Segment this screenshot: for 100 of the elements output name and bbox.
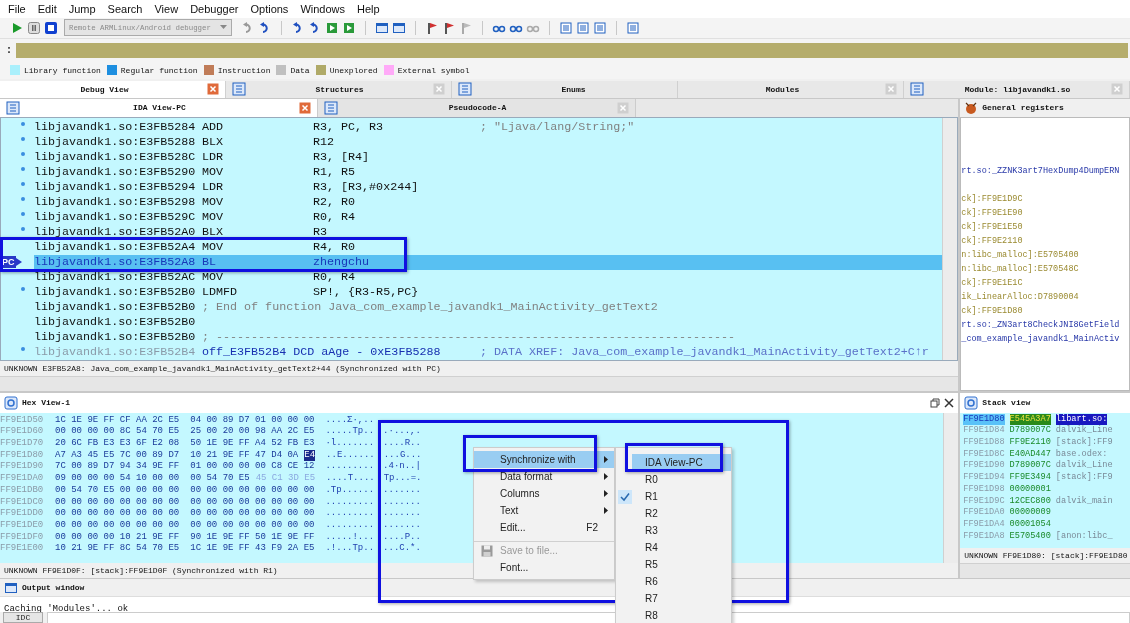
play-icon[interactable] [10, 20, 24, 35]
operands-text: SP!, {R3-R5,PC} [313, 284, 420, 300]
hex-ascii: ..E...... [326, 449, 375, 462]
scrollbar[interactable] [942, 117, 958, 360]
hex-ascii: ......... [325, 519, 375, 532]
stack-address: FF9E1D94 [963, 472, 1005, 484]
stack-address: FF9E1D88 [963, 437, 1005, 449]
submenu-arrow-icon [604, 456, 608, 463]
mnemonic-text: ADD [202, 119, 225, 135]
stop-icon[interactable] [44, 20, 58, 35]
shortcut-text: F2 [586, 522, 598, 533]
menu-item[interactable]: R7 [616, 590, 731, 607]
operands-text: zhengchu [313, 254, 371, 270]
menu-item[interactable]: R2 [616, 505, 731, 522]
operands-text: R12 [313, 134, 336, 150]
navigator-bar[interactable] [16, 42, 1128, 58]
caret-icon [220, 25, 227, 31]
address-text: libjavandk1.so:E3FB52A4 [34, 239, 197, 255]
play-box-icon[interactable] [325, 20, 339, 35]
mnemonic-text: MOV [202, 269, 225, 285]
window-icon[interactable] [375, 20, 389, 35]
hex-bytes: 7C 00 89 D7 94 34 9E FF [55, 461, 180, 474]
menu-item[interactable]: Text [474, 502, 614, 519]
hex-bytes: 00 00 00 00 8C 54 70 E5 [55, 426, 180, 439]
scrollbar[interactable] [943, 412, 959, 564]
flag-icon[interactable] [425, 20, 439, 35]
flag-icon[interactable] [442, 20, 456, 35]
stack-value: 12CEC800 [1009, 495, 1051, 508]
register-text: ck]:FF9E1E50 [961, 221, 1023, 232]
hex-bytes: 50 1E 9E FF A4 52 FB E3 [190, 438, 315, 450]
mnemonic-text: LDMFD [202, 284, 239, 300]
pause-icon[interactable] [27, 20, 41, 35]
register-text: ik_LinearAlloc:D7890004 [961, 291, 1079, 302]
menu-item[interactable]: R8 [616, 607, 731, 623]
mnemonic-text: BL [202, 254, 218, 270]
register-text: n:libc_malloc]:E570548C [961, 263, 1079, 274]
panel-title: Output window [22, 583, 85, 593]
menu-item[interactable]: R4 [616, 539, 731, 556]
tab[interactable]: Modules [678, 81, 904, 98]
menu-item[interactable]: Help [352, 2, 387, 15]
menu-item[interactable]: Jump [63, 2, 103, 15]
menu-item[interactable]: Windows [295, 2, 352, 15]
stack-value: D789007C [1009, 460, 1051, 473]
mnemonic-text: MOV [202, 239, 225, 255]
tab[interactable]: Module: libjavandk1.so [904, 81, 1130, 98]
stack-address: FF9E1D84 [963, 425, 1005, 438]
menu-item[interactable]: Columns [474, 485, 614, 502]
hex-ascii: ......... [325, 508, 375, 520]
address-text: libjavandk1.so:E3FB52A0 [34, 224, 197, 240]
menu-item[interactable]: Debugger [185, 2, 246, 15]
menu-item[interactable]: Synchronize with [474, 451, 614, 468]
hex-address: FF9E1D50 [0, 414, 45, 427]
menu-item[interactable]: R1 [616, 488, 731, 505]
window-icon[interactable] [392, 20, 406, 35]
submenu-arrow-icon [604, 490, 608, 497]
menu-item[interactable]: R0 [616, 471, 731, 488]
register-text: ck]:FF9E1D80 [961, 305, 1023, 316]
stack-comment: base.odex: [1055, 448, 1108, 460]
comment-text: ; End of function Java_com_example_javandk1_MainActivity_getText2 [202, 299, 658, 315]
hex-ascii: ....P.. [383, 531, 421, 543]
address-text: libjavandk1.so:E3FB52B0 [34, 329, 197, 345]
close-icon[interactable] [944, 397, 955, 408]
hex-ascii: ...C.*. [383, 543, 421, 555]
mnemonic-text: MOV [202, 194, 225, 210]
hex-ascii: ....T.... [326, 473, 375, 485]
command-input[interactable] [47, 612, 1130, 623]
restore-icon[interactable] [930, 397, 941, 408]
hex-address: FF9E1D80 [0, 449, 45, 462]
tab[interactable]: Enums [452, 81, 678, 98]
stack-value: D789007C [1009, 425, 1051, 438]
tab[interactable]: Structures [226, 81, 452, 98]
play-box-icon[interactable] [342, 20, 356, 35]
operands-text: R0, R4 [313, 269, 357, 285]
hex-bytes: 1C 1E 9E FF 43 F9 2A E5 [190, 543, 315, 555]
hex-bytes: 90 1E 9E FF 50 1E 9E FF [190, 531, 315, 544]
stack-comment: [anon:libc_ [1055, 530, 1113, 543]
hex-address: FF9E1DD0 [0, 508, 45, 520]
ring-icon [4, 395, 18, 410]
tab[interactable]: Debug View [0, 81, 226, 98]
menu-item[interactable]: Edit [32, 2, 64, 15]
menu-item[interactable]: Search [102, 2, 150, 15]
menu-item[interactable]: R3 [616, 522, 731, 539]
scrollbar[interactable] [960, 563, 1130, 579]
address-text: libjavandk1.so:E3FB5288 [34, 134, 197, 150]
stack-comment: [stack]:FF9 [1055, 472, 1113, 484]
menu-item[interactable]: Edit... F2 [474, 519, 614, 536]
window-icon [4, 580, 18, 595]
legend-label: Data [290, 65, 310, 75]
hex-ascii: ....... [383, 519, 421, 532]
menu-item[interactable]: View [149, 2, 186, 15]
menu-item[interactable]: File [3, 2, 33, 15]
hex-bytes: 00 00 00 00 00 00 00 00 [55, 508, 180, 520]
hex-ascii: ....R.. [383, 438, 421, 450]
menu-item[interactable]: Data format [474, 468, 614, 485]
hex-bytes: 00 00 00 00 00 00 00 00 [190, 508, 315, 520]
register-text: ck]:FF9E2110 [961, 235, 1023, 246]
operands-text: R1, R5 [313, 164, 357, 180]
mnemonic-text: LDR [202, 149, 225, 165]
menu-item[interactable]: Options [245, 2, 296, 15]
language-button[interactable]: IDC [3, 612, 43, 623]
